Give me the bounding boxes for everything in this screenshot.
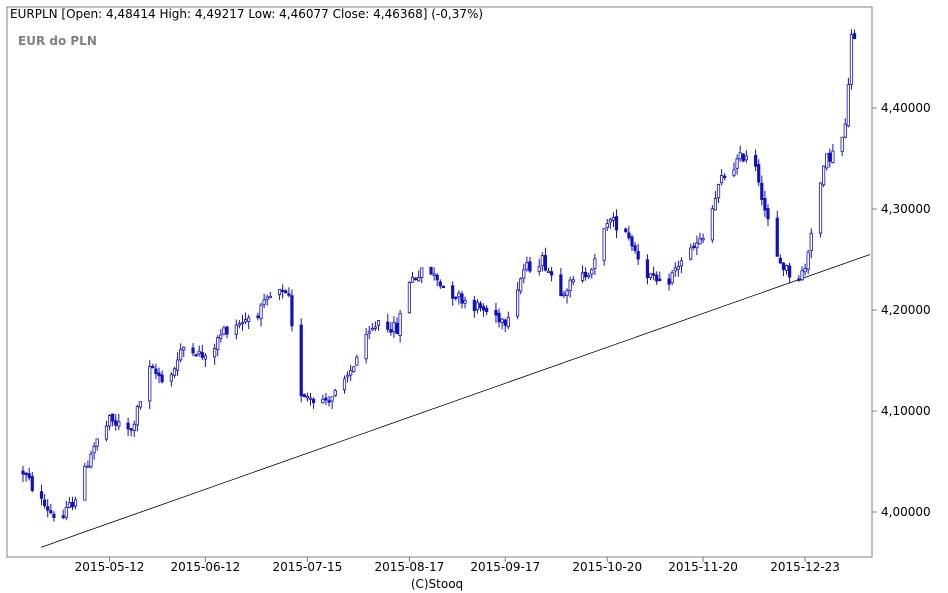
y-tick-label: 4,20000	[881, 303, 931, 317]
candle	[441, 285, 446, 289]
candle	[822, 165, 826, 188]
chart: EURPLN [Open: 4,48414 High: 4,49217 Low:…	[6, 6, 931, 591]
x-tick-label: 2015-11-20	[668, 560, 738, 574]
x-tick-label: 2015-12-23	[770, 560, 840, 574]
x-tick-label: 2015-08-17	[375, 560, 445, 574]
candle	[741, 153, 745, 163]
candle	[429, 266, 433, 276]
y-tick-label: 4,40000	[881, 101, 931, 115]
candle	[818, 182, 823, 238]
candle	[290, 289, 294, 332]
x-tick-label: 2015-05-12	[75, 560, 145, 574]
y-tick-label: 4,30000	[881, 202, 931, 216]
footer-credit: (C)Stooq	[411, 577, 463, 591]
x-axis: 2015-05-12 2015-06-12 2015-07-15 2015-08-17…	[75, 557, 840, 574]
candle	[710, 205, 714, 243]
candle	[407, 281, 412, 314]
y-tick-label: 4,10000	[881, 404, 931, 418]
candle	[775, 210, 779, 257]
chart-subtitle: EUR do PLN	[18, 34, 97, 48]
candle	[846, 77, 850, 128]
candle	[299, 318, 303, 403]
x-tick-label: 2015-07-15	[273, 560, 343, 574]
candle	[83, 462, 87, 501]
candle	[602, 227, 606, 266]
candle	[849, 29, 854, 90]
y-axis: 4,40000 4,30000 4,20000 4,10000 4,00000	[872, 101, 931, 519]
candle	[825, 153, 829, 171]
chart-header: EURPLN [Open: 4,48414 High: 4,49217 Low:…	[10, 7, 483, 21]
y-tick-label: 4,00000	[881, 505, 931, 519]
x-tick-label: 2015-10-20	[572, 560, 642, 574]
x-tick-label: 2015-06-12	[171, 560, 241, 574]
x-tick-label: 2015-09-17	[470, 560, 540, 574]
candle	[352, 366, 356, 373]
